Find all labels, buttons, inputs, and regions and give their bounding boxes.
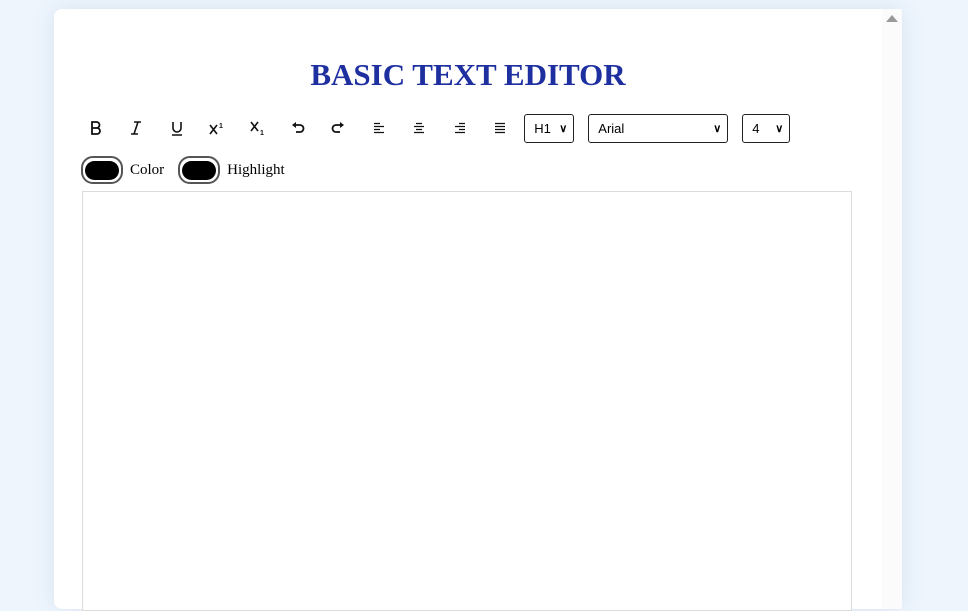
align-center-icon <box>413 122 425 134</box>
italic-button[interactable] <box>118 113 154 143</box>
underline-icon <box>171 121 183 136</box>
undo-button[interactable] <box>280 113 316 143</box>
highlight-color-label: Highlight <box>227 161 285 178</box>
undo-icon <box>291 121 305 135</box>
align-center-button[interactable] <box>401 113 437 143</box>
redo-button[interactable] <box>320 113 356 143</box>
justify-button[interactable] <box>482 113 518 143</box>
scrollbar[interactable] <box>882 9 902 609</box>
justify-icon <box>494 122 506 134</box>
text-color-label: Color <box>130 161 165 178</box>
underline-button[interactable] <box>159 113 195 143</box>
font-size-select[interactable]: 4 ∨ <box>742 113 791 143</box>
bold-button[interactable] <box>78 113 114 143</box>
redo-icon <box>331 121 345 135</box>
subscript-button[interactable]: 1 <box>240 113 276 143</box>
chevron-down-icon: ∨ <box>713 122 722 135</box>
chevron-down-icon: ∨ <box>775 122 784 135</box>
color-controls: Color Highlight <box>81 156 285 184</box>
italic-icon <box>130 121 142 135</box>
heading-select[interactable]: H1 ∨ <box>524 113 575 143</box>
formatting-toolbar: 1 1 H1 ∨ Arial ∨ 4 ∨ <box>78 112 791 144</box>
font-size-select-value: 4 <box>752 120 760 136</box>
heading-select-value: H1 <box>534 120 551 136</box>
font-family-select-value: Arial <box>598 120 625 136</box>
svg-text:1: 1 <box>219 123 223 130</box>
superscript-button[interactable]: 1 <box>199 113 235 143</box>
svg-text:1: 1 <box>260 130 264 135</box>
chevron-down-icon: ∨ <box>559 122 568 135</box>
text-color-picker[interactable] <box>81 156 123 184</box>
editor-card: BASIC TEXT EDITOR 1 1 H1 ∨ Arial ∨ 4 ∨ C… <box>54 9 902 611</box>
superscript-icon: 1 <box>209 121 225 135</box>
highlight-color-swatch <box>182 160 217 180</box>
editor-content-area[interactable] <box>82 191 852 611</box>
align-right-button[interactable] <box>442 113 478 143</box>
subscript-icon: 1 <box>249 121 266 135</box>
align-left-icon <box>373 122 385 134</box>
align-left-button[interactable] <box>361 113 397 143</box>
page-title: BASIC TEXT EDITOR <box>310 57 626 92</box>
text-color-swatch <box>85 160 119 180</box>
scroll-up-arrow-icon[interactable] <box>886 15 898 22</box>
bold-icon <box>90 121 102 135</box>
font-family-select[interactable]: Arial ∨ <box>588 113 729 143</box>
highlight-color-picker[interactable] <box>178 156 221 184</box>
align-right-icon <box>454 122 466 134</box>
